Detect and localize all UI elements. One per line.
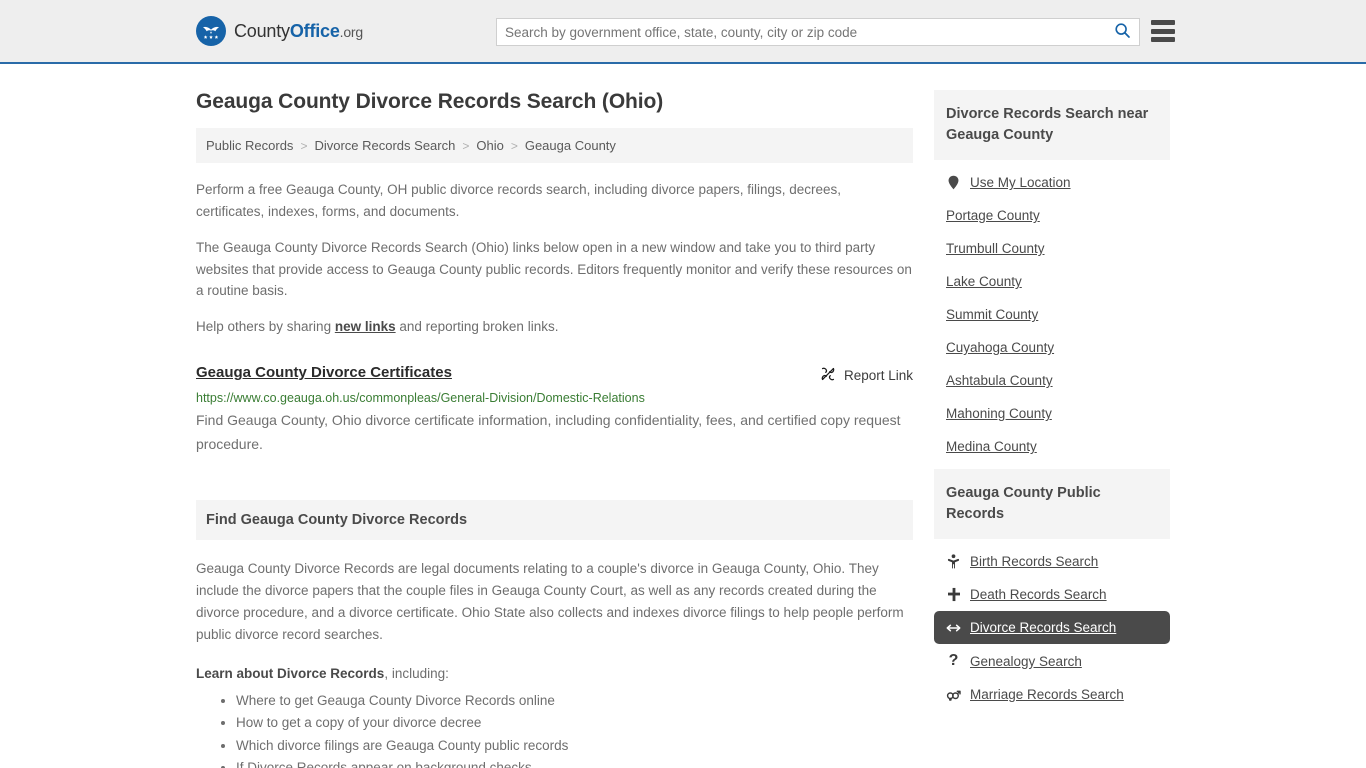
- sidebar-item-label: Summit County: [946, 307, 1039, 323]
- panel-public-records-heading: Geauga County Public Records: [934, 469, 1170, 540]
- page-title: Geauga County Divorce Records Search (Oh…: [196, 90, 664, 113]
- breadcrumb-item-ohio[interactable]: Ohio: [476, 138, 503, 153]
- page-container: Geauga County Divorce Records Search (Oh…: [0, 64, 1366, 768]
- intro-paragraph: Perform a free Geauga County, OH public …: [196, 182, 842, 219]
- sidebar-item-mahoning-county[interactable]: Mahoning County: [934, 397, 1170, 430]
- sidebar-item-portage-county[interactable]: Portage County: [934, 199, 1170, 232]
- main-content: Geauga County Divorce Records Search (Oh…: [196, 64, 913, 768]
- panel-public-records: Geauga County Public Records Birth Recor…: [934, 469, 1170, 711]
- learn-about-heading: Learn about Divorce Records, including:: [196, 666, 913, 681]
- list-item: Where to get Geauga County Divorce Recor…: [236, 691, 913, 712]
- broken-link-icon: [820, 366, 836, 385]
- sidebar-item-trumbull-county[interactable]: Trumbull County: [934, 232, 1170, 265]
- sidebar-item-birth-records-search[interactable]: Birth Records Search: [934, 545, 1170, 578]
- list-item: How to get a copy of your divorce decree: [236, 713, 913, 734]
- sidebar-item-medina-county[interactable]: Medina County: [934, 430, 1170, 463]
- search-button[interactable]: [1105, 19, 1139, 45]
- result-header-row: Geauga County Divorce Certificates Repor…: [196, 364, 913, 385]
- map-pin-icon: [946, 175, 961, 190]
- learn-about-rest: , including:: [384, 665, 449, 681]
- sidebar-item-cuyahoga-county[interactable]: Cuyahoga County: [934, 331, 1170, 364]
- sidebar: Divorce Records Search near Geauga Count…: [934, 90, 1170, 717]
- sidebar-item-use-my-location[interactable]: Use My Location: [934, 166, 1170, 199]
- sidebar-item-marriage-records-search[interactable]: Marriage Records Search: [934, 678, 1170, 711]
- site-header: CountyOffice.org: [0, 0, 1366, 64]
- sidebar-item-divorce-records-search[interactable]: Divorce Records Search: [934, 611, 1170, 645]
- breadcrumb-item-public-records[interactable]: Public Records: [206, 138, 293, 153]
- baby-icon: [946, 554, 961, 569]
- breadcrumb: Public Records > Divorce Records Search …: [196, 128, 913, 163]
- sidebar-item-label: Death Records Search: [970, 587, 1107, 603]
- sidebar-item-label: Divorce Records Search: [970, 620, 1117, 636]
- eagle-seal-icon: [196, 16, 226, 46]
- brand-part-office: Office: [289, 20, 340, 41]
- sidebar-item-genealogy-search[interactable]: ? Genealogy Search: [934, 644, 1170, 678]
- brand-part-county: County: [234, 20, 290, 41]
- sidebar-item-death-records-search[interactable]: Death Records Search: [934, 578, 1170, 611]
- sidebar-item-label: Lake County: [946, 274, 1022, 290]
- sidebar-item-label: Genealogy Search: [970, 653, 1082, 669]
- hamburger-bar-3: [1151, 37, 1175, 42]
- question-mark-icon: ?: [948, 652, 959, 670]
- share-prefix: Help others by sharing: [196, 319, 335, 335]
- panel-nearby-list: Use My Location Portage County Trumbull …: [934, 160, 1170, 463]
- sidebar-item-label: Marriage Records Search: [970, 687, 1124, 703]
- list-item: Which divorce filings are Geauga County …: [236, 736, 913, 757]
- gender-symbols-icon: [946, 688, 961, 702]
- learn-about-bold: Learn about Divorce Records: [196, 665, 385, 681]
- hamburger-bar-2: [1151, 28, 1175, 34]
- sidebar-item-lake-county[interactable]: Lake County: [934, 265, 1170, 298]
- panel-nearby-heading: Divorce Records Search near Geauga Count…: [934, 90, 1170, 161]
- search-result: Geauga County Divorce Certificates Repor…: [196, 364, 913, 456]
- find-records-section-body: Geauga County Divorce Records are legal …: [196, 561, 904, 642]
- report-link-label: Report Link: [843, 368, 913, 384]
- new-links-link[interactable]: new links: [335, 319, 396, 334]
- sidebar-item-label: Portage County: [946, 208, 1040, 224]
- breadcrumb-separator-1: >: [300, 138, 308, 153]
- site-logo[interactable]: CountyOffice.org: [196, 16, 363, 46]
- breadcrumb-item-geauga-county[interactable]: Geauga County: [525, 138, 616, 153]
- sidebar-item-label: Ashtabula County: [946, 373, 1053, 389]
- brand-tld: .org: [339, 23, 364, 40]
- breadcrumb-separator-2: >: [462, 138, 470, 153]
- sidebar-item-label: Medina County: [946, 439, 1037, 455]
- content-layout: Geauga County Divorce Records Search (Oh…: [196, 64, 1170, 768]
- sidebar-item-label: Mahoning County: [946, 406, 1052, 422]
- sidebar-item-label: Trumbull County: [946, 241, 1045, 257]
- hamburger-menu-icon[interactable]: [1151, 20, 1175, 42]
- list-item: If Divorce Records appear on background …: [236, 758, 913, 768]
- learn-about-list: Where to get Geauga County Divorce Recor…: [196, 691, 913, 768]
- breadcrumb-separator-3: >: [510, 138, 518, 153]
- sidebar-item-label: Use My Location: [970, 175, 1071, 191]
- breadcrumb-item-divorce-records-search[interactable]: Divorce Records Search: [314, 138, 455, 153]
- search-input[interactable]: [497, 19, 1105, 45]
- result-title-link[interactable]: Geauga County Divorce Certificates: [196, 364, 452, 381]
- sidebar-item-label: Cuyahoga County: [946, 340, 1055, 356]
- sidebar-item-label: Birth Records Search: [970, 554, 1099, 570]
- panel-nearby-divorce-records: Divorce Records Search near Geauga Count…: [934, 90, 1170, 463]
- search-bar[interactable]: [496, 18, 1140, 46]
- result-url[interactable]: https://www.co.geauga.oh.us/commonpleas/…: [196, 391, 913, 405]
- split-arrows-icon: [946, 622, 961, 634]
- hamburger-bar-1: [1151, 20, 1175, 25]
- share-suffix: and reporting broken links.: [395, 319, 559, 335]
- find-records-section-heading: Find Geauga County Divorce Records: [196, 500, 913, 541]
- share-paragraph: Help others by sharing new links and rep…: [196, 316, 913, 338]
- sidebar-item-summit-county[interactable]: Summit County: [934, 298, 1170, 331]
- sidebar-item-ashtabula-county[interactable]: Ashtabula County: [934, 364, 1170, 397]
- cross-icon: [946, 587, 961, 602]
- panel-public-records-list: Birth Records Search Death Records Searc…: [934, 539, 1170, 711]
- secondary-paragraph: The Geauga County Divorce Records Search…: [196, 239, 912, 299]
- result-description: Find Geauga County, Ohio divorce certifi…: [196, 412, 901, 453]
- search-icon: [1114, 22, 1131, 42]
- brand-wordmark: CountyOffice.org: [234, 21, 363, 42]
- report-link-button[interactable]: Report Link: [820, 364, 913, 385]
